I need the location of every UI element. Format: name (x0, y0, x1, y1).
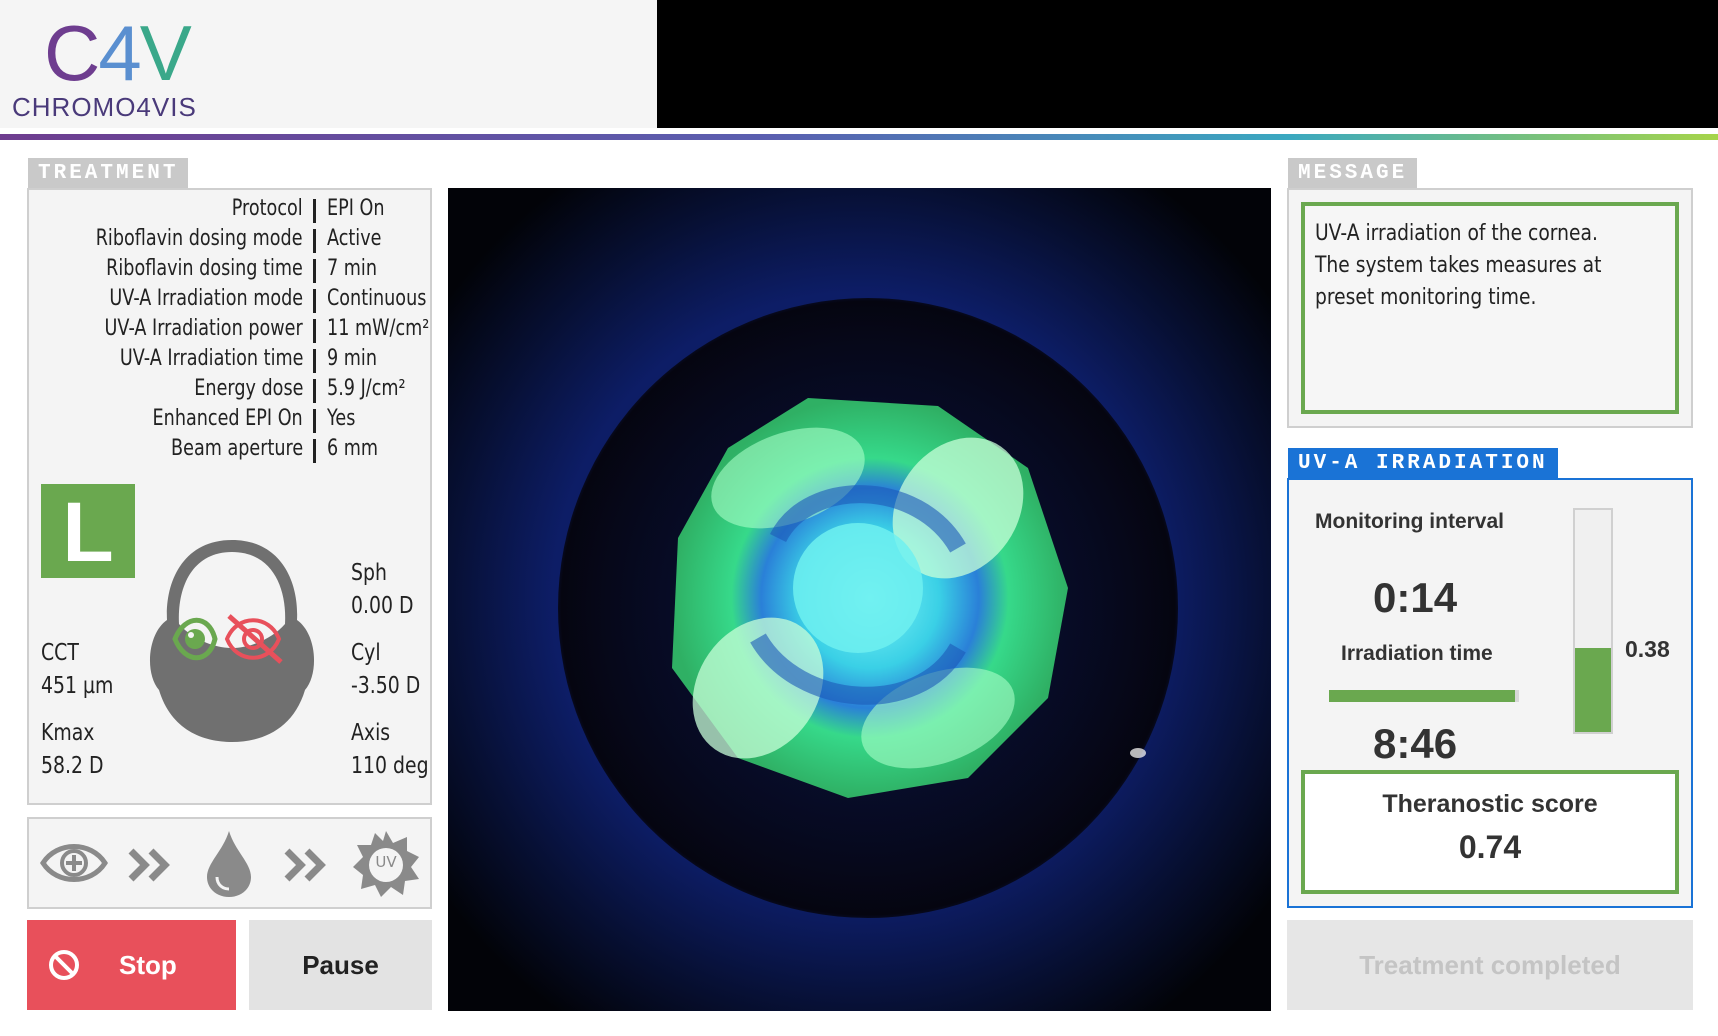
treatment-parameters: Protocol EPI On Riboflavin dosing mode Act… (29, 190, 430, 470)
eye-side-badge: L (41, 484, 135, 579)
message-tab: MESSAGE (1288, 158, 1418, 188)
axis-label: Axis (351, 720, 391, 746)
irradiation-progress-track (1329, 690, 1519, 702)
irradiation-label: Irradiation time (1341, 642, 1493, 665)
message-text: UV-A irradiation of the cornea. The syst… (1315, 218, 1601, 314)
param-row-beam-aperture: Beam aperture 6 mm (170, 436, 379, 463)
stop-icon (49, 950, 79, 980)
message-panel: UV-A irradiation of the cornea. The syst… (1287, 188, 1693, 428)
theranostic-label: Theranostic score (1382, 790, 1598, 818)
sph-label: Sph (351, 560, 387, 586)
param-row-dosing-time: Riboflavin dosing time 7 min (106, 256, 377, 283)
workflow-steps: UV (27, 817, 432, 909)
stop-label: Stop (119, 950, 177, 980)
stop-button[interactable]: Stop (27, 920, 236, 1010)
param-row-enhanced-epi: Enhanced EPI On Yes (152, 406, 356, 433)
irradiation-value: 8:46 (1373, 720, 1458, 767)
drop-icon (207, 831, 251, 897)
camera-feed (448, 188, 1271, 1011)
uv-sun-icon: UV (351, 829, 421, 899)
message-line: preset monitoring time. (1315, 285, 1537, 310)
param-row-dosing-mode: Riboflavin dosing mode Active (96, 226, 382, 253)
eye-plus-icon (40, 844, 108, 882)
monitoring-label: Monitoring interval (1315, 510, 1504, 533)
logo: C4V (44, 9, 192, 97)
irradiation-progress-fill (1329, 690, 1516, 702)
uv-text: UV (375, 853, 397, 871)
level-gauge-fill (1575, 647, 1611, 732)
param-row-irradiation-power: UV-A Irradiation power 11 mW/cm² (104, 316, 430, 343)
header-gradient-bar (0, 134, 1718, 140)
specular-reflection (1130, 748, 1146, 758)
treatment-panel: Protocol EPI On Riboflavin dosing mode Act… (27, 188, 432, 805)
level-gauge (1573, 508, 1613, 734)
cct-value: 451 µm (41, 673, 114, 699)
logo-area: C4V CHROMO4VIS (0, 0, 657, 128)
double-chevron-icon (128, 848, 170, 882)
param-row-irradiation-mode: UV-A Irradiation mode Continuous (109, 286, 427, 313)
kmax-value: 58.2 D (41, 753, 104, 779)
theranostic-box: Theranostic score 0.74 (1301, 770, 1679, 894)
param-row-energy-dose: Energy dose 5.9 J/cm² (193, 376, 406, 403)
cct-label: CCT (41, 640, 79, 666)
logo-text: CHROMO4VIS (12, 92, 197, 122)
treatment-tab: TREATMENT (28, 158, 189, 188)
top-video-strip (657, 0, 1718, 128)
app-header: C4V CHROMO4VIS (0, 0, 1718, 128)
kmax-label: Kmax (41, 720, 95, 746)
level-value: 0.38 (1625, 636, 1670, 662)
eye-head-icon (149, 540, 315, 742)
param-row-protocol: Protocol EPI On (232, 196, 385, 223)
axis-value: 110 deg (351, 753, 429, 779)
treatment-completed-label: Treatment completed (1359, 950, 1621, 980)
theranostic-value: 0.74 (1458, 829, 1522, 865)
uv-pattern (672, 398, 1068, 798)
uva-tab: UV-A IRRADIATION (1288, 448, 1558, 478)
message-line: UV-A irradiation of the cornea. (1315, 221, 1598, 246)
double-chevron-icon (284, 848, 326, 882)
monitoring-value: 0:14 (1373, 574, 1458, 621)
pause-button[interactable]: Pause (249, 920, 432, 1010)
param-row-irradiation-time: UV-A Irradiation time 9 min (119, 346, 377, 373)
message-line: The system takes measures at (1315, 253, 1602, 278)
cyl-label: Cyl (351, 640, 381, 666)
uva-panel: Monitoring interval 0:14 Irradiation tim… (1287, 478, 1693, 908)
pause-label: Pause (302, 950, 379, 980)
sph-value: 0.00 D (351, 593, 414, 619)
treatment-completed-button[interactable]: Treatment completed (1287, 920, 1693, 1010)
cyl-value: -3.50 D (351, 673, 421, 699)
message-box: UV-A irradiation of the cornea. The syst… (1301, 202, 1679, 414)
